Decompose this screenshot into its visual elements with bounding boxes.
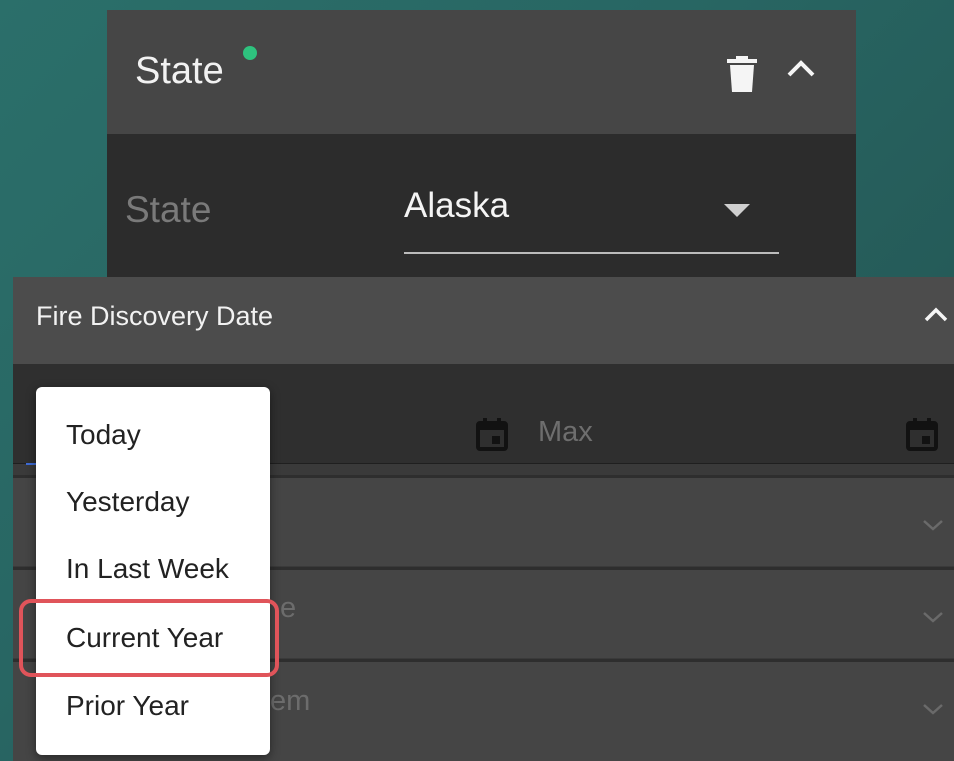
trash-icon[interactable] bbox=[727, 56, 757, 97]
max-date-input[interactable]: Max bbox=[538, 416, 593, 449]
state-field-label: State bbox=[125, 189, 212, 230]
chevron-up-icon[interactable] bbox=[785, 58, 817, 83]
state-card: State State Alaska bbox=[107, 10, 856, 277]
highlight-box bbox=[19, 599, 279, 677]
state-select[interactable]: Alaska bbox=[404, 186, 509, 226]
state-card-title: State bbox=[135, 50, 224, 92]
calendar-icon[interactable] bbox=[905, 417, 939, 456]
status-dot bbox=[243, 46, 257, 60]
section-2-label: e bbox=[280, 592, 297, 624]
state-card-header: State bbox=[107, 10, 856, 134]
fire-discovery-title: Fire Discovery Date bbox=[36, 301, 274, 331]
chevron-down-icon[interactable] bbox=[921, 610, 945, 629]
date-preset-menu: Today Yesterday In Last Week Current Yea… bbox=[36, 387, 270, 755]
fire-discovery-header[interactable]: Fire Discovery Date bbox=[13, 277, 954, 364]
menu-item-prior-year[interactable]: Prior Year bbox=[66, 690, 189, 722]
state-card-body: State Alaska bbox=[107, 134, 856, 277]
menu-item-in-last-week[interactable]: In Last Week bbox=[66, 553, 229, 585]
chevron-up-icon[interactable] bbox=[923, 305, 949, 328]
menu-item-yesterday[interactable]: Yesterday bbox=[66, 486, 190, 518]
calendar-icon[interactable] bbox=[475, 417, 509, 456]
chevron-down-icon[interactable] bbox=[921, 518, 945, 537]
section-3-label: em bbox=[270, 685, 311, 717]
caret-down-icon[interactable] bbox=[724, 204, 750, 223]
menu-item-today[interactable]: Today bbox=[66, 419, 141, 451]
chevron-down-icon[interactable] bbox=[921, 702, 945, 721]
select-underline bbox=[404, 252, 779, 254]
